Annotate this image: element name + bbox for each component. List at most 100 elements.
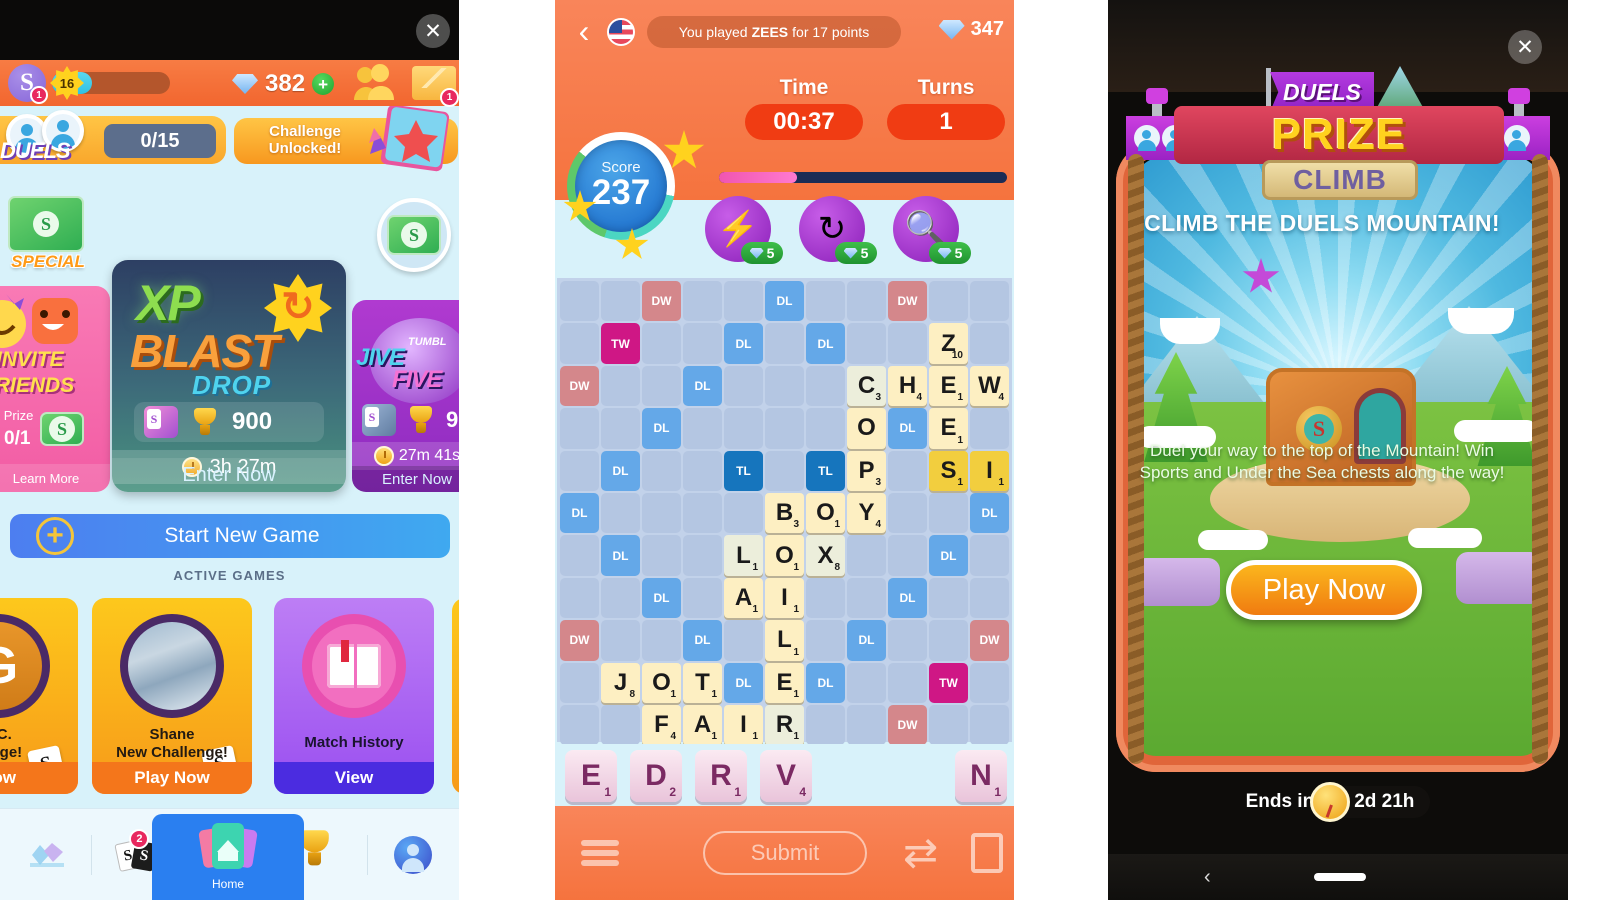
match-history-cta[interactable]: View bbox=[274, 762, 434, 794]
friends-icon[interactable] bbox=[352, 64, 394, 102]
game-card[interactable]: S Shane New Challenge! Play Now bbox=[92, 598, 252, 794]
board-tile[interactable]: O1 bbox=[765, 535, 804, 576]
system-back-icon[interactable]: ‹ bbox=[1204, 866, 1211, 889]
board-cell-empty[interactable] bbox=[560, 535, 599, 576]
board-cell-empty[interactable] bbox=[601, 408, 640, 449]
rack-tile[interactable]: E1 bbox=[565, 750, 617, 802]
board-cell-empty[interactable] bbox=[601, 492, 640, 534]
board-cell-empty[interactable] bbox=[970, 323, 1009, 364]
board-cell-empty[interactable] bbox=[970, 577, 1009, 619]
board-tile[interactable]: O bbox=[847, 408, 886, 449]
board-cell-empty[interactable] bbox=[888, 323, 927, 364]
rack-tile[interactable]: V4 bbox=[760, 750, 812, 802]
board-tile[interactable]: Y4 bbox=[847, 492, 886, 534]
board-cell-empty[interactable] bbox=[560, 323, 599, 364]
board-tile[interactable]: E1 bbox=[929, 365, 968, 407]
board-cell-empty[interactable] bbox=[929, 620, 968, 661]
board-tile[interactable]: A1 bbox=[683, 704, 722, 746]
board-cell-empty[interactable] bbox=[847, 577, 886, 619]
challenge-unlocked-card[interactable]: Challenge Unlocked! bbox=[234, 104, 458, 172]
gem-counter[interactable]: 382 + bbox=[232, 70, 335, 98]
board-cell-empty[interactable] bbox=[765, 408, 804, 449]
game-cta[interactable]: Play Now bbox=[92, 762, 252, 794]
rack-tile[interactable]: N1 bbox=[955, 750, 1007, 802]
board-cell-dl[interactable]: DL bbox=[847, 620, 886, 661]
board-cell-empty[interactable] bbox=[806, 365, 845, 407]
board-cell-dl[interactable]: DL bbox=[683, 620, 722, 661]
board-cell-empty[interactable] bbox=[888, 535, 927, 576]
board-cell-empty[interactable] bbox=[724, 620, 763, 661]
board-cell-empty[interactable] bbox=[888, 450, 927, 491]
jive-five-card[interactable]: TUMBL JIVE FIVE 90 27m 41s Enter Now bbox=[352, 300, 459, 492]
board-cell-empty[interactable] bbox=[970, 535, 1009, 576]
board-cell-dw[interactable]: DW bbox=[888, 704, 927, 746]
board-tile[interactable]: A1 bbox=[724, 577, 763, 619]
board-cell-empty[interactable] bbox=[683, 450, 722, 491]
jive-enter-now-button[interactable]: Enter Now bbox=[352, 466, 459, 492]
board-cell-empty[interactable] bbox=[929, 281, 968, 322]
invite-friends-card[interactable]: INVITE FRIENDS xt Prize 0/1 Learn More bbox=[0, 286, 110, 492]
board-cell-empty[interactable] bbox=[806, 281, 845, 322]
cash-round-button[interactable] bbox=[377, 198, 451, 272]
board-cell-empty[interactable] bbox=[806, 620, 845, 661]
board-cell-tw[interactable]: TW bbox=[601, 323, 640, 364]
tile-rack[interactable]: E1D2R1V4 N1 bbox=[555, 744, 1014, 806]
board-tile[interactable]: F4 bbox=[642, 704, 681, 746]
board-cell-dw[interactable]: DW bbox=[560, 365, 599, 407]
board-cell-empty[interactable] bbox=[765, 365, 804, 407]
board-cell-dl[interactable]: DL bbox=[601, 450, 640, 491]
system-home-pill[interactable] bbox=[1314, 873, 1366, 881]
board-cell-empty[interactable] bbox=[765, 450, 804, 491]
nav-item-gems[interactable] bbox=[0, 809, 91, 900]
board-cell-empty[interactable] bbox=[724, 408, 763, 449]
game-gem-counter[interactable]: 347 bbox=[938, 18, 1004, 41]
board-cell-dl[interactable]: DL bbox=[888, 408, 927, 449]
hamburger-menu-icon[interactable] bbox=[581, 840, 619, 866]
board-cell-empty[interactable] bbox=[560, 408, 599, 449]
board-tile[interactable]: C3 bbox=[847, 365, 886, 407]
board-cell-empty[interactable] bbox=[601, 577, 640, 619]
board-cell-empty[interactable] bbox=[642, 365, 681, 407]
board-cell-dl[interactable]: DL bbox=[724, 323, 763, 364]
match-history-card[interactable]: Match History View bbox=[274, 598, 434, 794]
board-cell-empty[interactable] bbox=[806, 577, 845, 619]
board-tile[interactable]: T1 bbox=[683, 662, 722, 703]
xp-blast-drop-card[interactable]: XP BLAST DROP 900 3h 27m Enter Now bbox=[112, 260, 346, 492]
game-board[interactable]: DW DL DW TW DL DL Z 10 DW DL C 3 H 4 E 1 W 4 DL O DL E 1 DL TL TL… bbox=[557, 278, 1012, 746]
board-cell-empty[interactable] bbox=[560, 281, 599, 322]
close-icon[interactable]: ✕ bbox=[1508, 30, 1542, 64]
board-tile[interactable]: W4 bbox=[970, 365, 1009, 407]
board-tile[interactable]: H4 bbox=[888, 365, 927, 407]
board-cell-empty[interactable] bbox=[724, 365, 763, 407]
add-gems-button[interactable]: + bbox=[312, 73, 335, 95]
board-cell-empty[interactable] bbox=[806, 704, 845, 746]
board-tile[interactable]: R1 bbox=[765, 704, 804, 746]
board-cell-empty[interactable] bbox=[601, 365, 640, 407]
rack-tile[interactable]: D2 bbox=[630, 750, 682, 802]
board-cell-empty[interactable] bbox=[765, 323, 804, 364]
board-tile[interactable]: P3 bbox=[847, 450, 886, 491]
board-cell-empty[interactable] bbox=[847, 323, 886, 364]
board-tile[interactable]: O1 bbox=[642, 662, 681, 703]
board-cell-empty[interactable] bbox=[683, 577, 722, 619]
board-cell-dw[interactable]: DW bbox=[560, 620, 599, 661]
board-cell-tl[interactable]: TL bbox=[806, 450, 845, 491]
board-cell-empty[interactable] bbox=[929, 704, 968, 746]
board-cell-empty[interactable] bbox=[560, 577, 599, 619]
board-tile[interactable]: E1 bbox=[765, 662, 804, 703]
board-cell-dl[interactable]: DL bbox=[929, 535, 968, 576]
board-cell-dl[interactable]: DL bbox=[724, 662, 763, 703]
board-cell-empty[interactable] bbox=[683, 281, 722, 322]
board-cell-dl[interactable]: DL bbox=[683, 365, 722, 407]
board-cell-empty[interactable] bbox=[929, 492, 968, 534]
submit-button[interactable]: Submit bbox=[703, 831, 867, 875]
board-tile[interactable]: J8 bbox=[601, 662, 640, 703]
board-tile[interactable]: X8 bbox=[806, 535, 845, 576]
board-cell-empty[interactable] bbox=[683, 492, 722, 534]
board-cell-empty[interactable] bbox=[970, 408, 1009, 449]
nav-item-profile[interactable] bbox=[368, 809, 459, 900]
board-cell-empty[interactable] bbox=[847, 662, 886, 703]
back-chevron-icon[interactable]: ‹ bbox=[567, 13, 601, 49]
board-cell-empty[interactable] bbox=[642, 535, 681, 576]
board-cell-empty[interactable] bbox=[888, 662, 927, 703]
